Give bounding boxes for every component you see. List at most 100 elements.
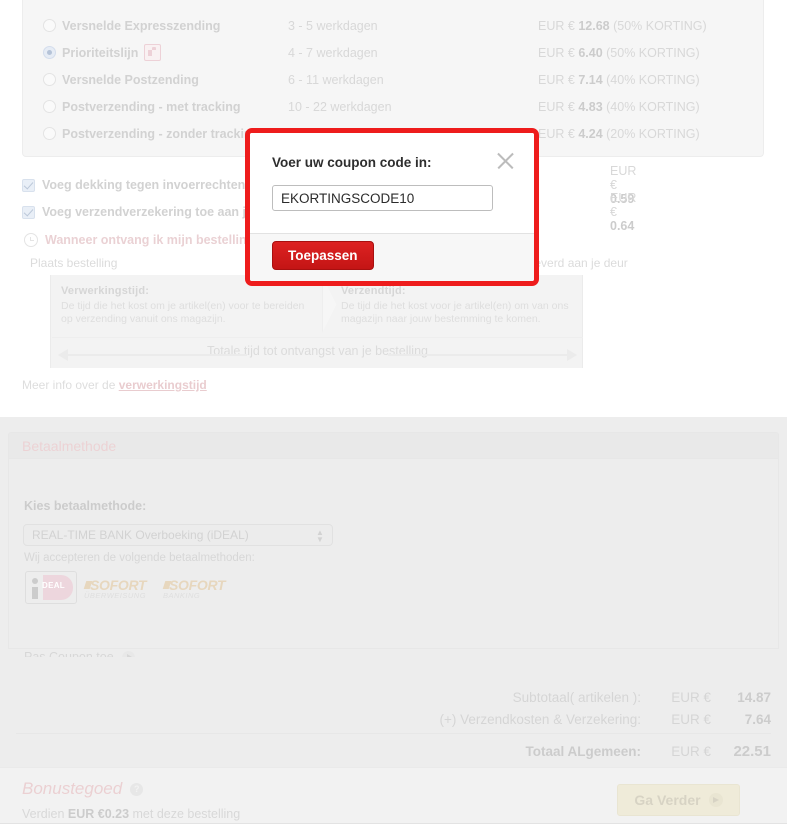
shipping-option-name-cell[interactable]: Versnelde Postzending [23,73,288,87]
coupon-code-modal: Voer uw coupon code in: Toepassen [245,128,539,286]
radio-postverzending-met-tracking[interactable] [43,100,56,113]
addon-row-import-duty[interactable]: Voeg dekking tegen invoerrechten & EUR €… [22,164,636,206]
totals-amount: 7.64 [744,712,771,727]
processing-time-link[interactable]: verwerkingstijd [119,378,207,392]
shipping-option-days: 6 - 11 werkdagen [288,72,384,87]
shipping-option-label: Postverzending - zonder tracking [62,126,260,141]
ideal-logo-text: DEAL [42,581,65,590]
ideal-stem [32,587,38,599]
bonus-subtext: Verdien EUR €0.23 met deze bestelling [22,807,240,821]
checkbox-shipping-insurance[interactable] [22,205,35,219]
bonus-title-group: Bonustegoed ? [22,779,144,799]
ideal-dot [32,578,38,584]
checkout-page: Versnelde Expresszending 3 - 5 werkdagen… [0,0,787,824]
shipping-option-row[interactable]: Prioriteitslijn 4 - 7 werkdagen EUR € 6.… [23,39,763,66]
help-icon[interactable]: ? [130,782,144,796]
totals-amount: 14.87 [737,690,771,705]
close-icon[interactable] [495,150,516,171]
totals-label: Subtotaal( artikelen ): [512,690,641,705]
totals-label: (+) Verzendkosten & Verzekering: [439,712,642,727]
more-info-prefix: Meer info over de [22,378,119,392]
shipping-option-price: EUR € 4.83 (40% KORTING) [538,99,700,114]
sofort-banking-logo-icon: SOFORT BANKING [162,574,235,602]
modal-title: Voer uw coupon code in: [272,155,432,170]
shipping-option-days: 4 - 7 werkdagen [288,45,378,60]
shipping-option-price: EUR € 6.40 (50% KORTING) [538,45,700,60]
when-will-i-receive-link[interactable]: Wanneer ontvang ik mijn bestelling? [24,233,262,247]
when-question-label: Wanneer ontvang ik mijn bestelling? [45,233,262,247]
timeline-processing-text: De tijd die het kost om je artikel(en) v… [61,300,305,325]
addon-label: Voeg dekking tegen invoerrechten & [42,178,258,192]
shipping-option-label: Postverzending - met tracking [62,99,241,114]
continue-button[interactable]: Ga Verder [617,784,740,816]
apply-coupon-button[interactable]: Toepassen [272,241,374,270]
modal-body: Voer uw coupon code in: [250,133,534,234]
shipping-option-price: EUR € 12.68 (50% KORTING) [538,18,707,33]
payment-method-select[interactable]: REAL-TIME BANK Overboeking (iDEAL) ▲ ▼ [23,524,333,546]
choose-payment-label: Kies betaalmethode: [24,499,147,513]
radio-prioriteitslijn[interactable] [43,46,56,59]
checkbox-import-duty[interactable] [22,178,35,192]
ideal-logo-icon: DEAL [25,571,77,604]
timeline-end-label: eleverd aan je deur [525,256,628,270]
sofort-uberweisung-logo-icon: SOFORT ÜBERWEISUNG [83,574,156,602]
bonus-amount: EUR €0.23 [67,807,130,821]
radio-postverzending-zonder-tracking[interactable] [43,127,56,140]
totals-currency: EUR € [671,690,711,705]
bonus-sub-prefix: Verdien [22,807,68,821]
shipping-option-price: EUR € 4.24 (20% KORTING) [538,126,700,141]
shipping-option-name-cell[interactable]: Versnelde Expresszending [23,19,288,33]
delivery-timeline: Verwerkingstijd: De tijd die het kost om… [50,275,583,368]
timeline-processing-cell: Verwerkingstijd: De tijd die het kost om… [61,285,306,326]
radio-versnelde-expresszending[interactable] [43,19,56,32]
shipping-option-label: Versnelde Postzending [62,72,199,87]
grand-total-label: Totaal ALgemeen: [525,744,641,759]
timeline-bar-right [388,354,568,356]
shipping-option-row[interactable]: Postverzending - met tracking 10 - 22 we… [23,93,763,120]
bonus-title: Bonustegoed [22,779,123,798]
shipping-option-days: 10 - 22 werkdagen [288,99,392,114]
more-info-processing-time: Meer info over de verwerkingstijd [22,378,207,392]
modal-footer: Toepassen [250,234,534,281]
shipping-option-name-cell[interactable]: Prioriteitslijn [23,44,288,61]
payment-method-selected-value: REAL-TIME BANK Overboeking (iDEAL) [32,528,249,542]
order-totals: Subtotaal( artikelen ): EUR € 14.87 (+) … [0,657,787,767]
bonus-sub-suffix: met deze bestelling [129,807,241,821]
shipping-option-price: EUR € 7.14 (40% KORTING) [538,72,700,87]
arrow-right-icon [708,793,723,807]
totals-row-grand: Totaal ALgemeen: EUR € 22.51 [525,743,771,760]
shipping-option-row[interactable]: Versnelde Postzending 6 - 11 werkdagen E… [23,66,763,93]
shipping-option-label: Versnelde Expresszending [62,18,221,33]
radio-versnelde-postzending[interactable] [43,73,56,86]
payment-section-header: Betaalmethode [8,432,779,459]
payment-logos: DEAL SOFORT ÜBERWEISUNG SOFORT BANKING [25,571,235,604]
payment-method-section: Betaalmethode Kies betaalmethode: REAL-T… [0,417,787,664]
totals-row-subtotal: Subtotaal( artikelen ): EUR € 14.87 [513,690,771,705]
payment-section-body: Kies betaalmethode: REAL-TIME BANK Overb… [8,459,779,664]
addon-price: EUR € 0.64 [610,191,637,233]
timeline-total-bar: Totale tijd tot ontvangst van je bestell… [52,337,583,364]
sofort-logo-subtext: BANKING [163,590,201,600]
addon-label: Voeg verzendverzekering toe aan je [42,205,253,219]
shipping-option-row[interactable]: Versnelde Expresszending 3 - 5 werkdagen… [23,12,763,39]
accepted-methods-label: Wij accepteren de volgende betaalmethode… [24,552,255,564]
timeline-processing-title: Verwerkingstijd: [61,285,150,297]
addon-row-shipping-insurance[interactable]: Voeg verzendverzekering toe aan je EUR €… [22,191,636,233]
totals-row-shipping: (+) Verzendkosten & Verzekering: EUR € 7… [440,712,772,727]
grand-total-amount: 22.51 [733,743,771,760]
grand-total-currency: EUR € [671,744,711,759]
chevron-updown-icon: ▲ ▼ [316,528,324,544]
timeline-shipping-title: Verzendtijd: [341,285,406,297]
shipping-option-name-cell[interactable]: Postverzending - met tracking [23,100,288,114]
timeline-bar-left [67,354,247,356]
timeline-shipping-cell: Verzendtijd: De tijd die het kost voor j… [341,285,586,326]
shipping-option-label: Prioriteitslijn [62,45,139,60]
thumbs-up-icon [144,44,162,61]
coupon-code-input[interactable] [272,185,493,211]
sofort-logo-subtext: ÜBERWEISUNG [84,590,147,600]
modal-inner: Voer uw coupon code in: Toepassen [250,133,534,281]
timeline-shipping-text: De tijd die het kost voor je artikel(en)… [341,300,569,325]
arrow-right-icon [567,349,577,361]
clock-icon [24,233,38,247]
totals-divider [16,733,771,734]
